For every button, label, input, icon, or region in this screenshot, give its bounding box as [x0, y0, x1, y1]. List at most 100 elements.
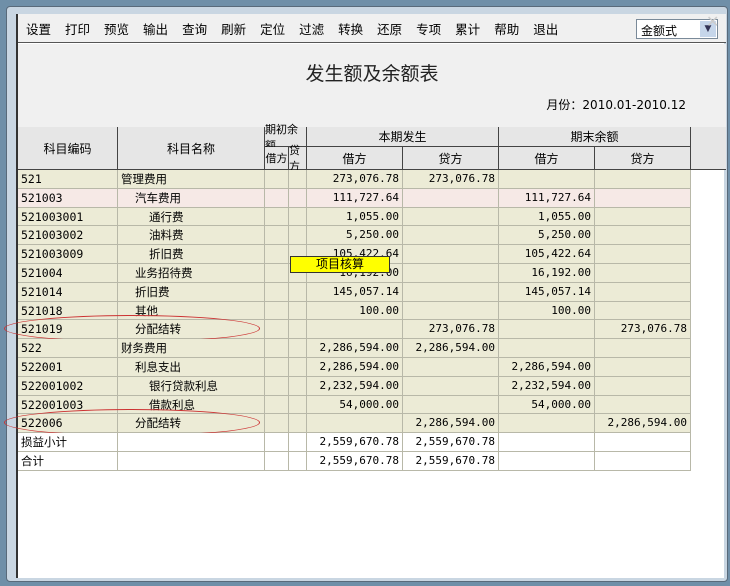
cell-opening — [265, 301, 289, 321]
cell-code: 521003002 — [18, 226, 118, 246]
table-row[interactable]: 522 财务费用 2,286,594.00 2,286,594.00 — [18, 339, 692, 358]
toolbar: 设置 打印 预览 输出 查询 刷新 定位 过滤 转换 还原 专项 累计 帮助 退出 — [18, 14, 726, 43]
header-closing: 期末余额 — [499, 127, 691, 147]
table-row[interactable]: 522001002 银行贷款利息 2,232,594.00 2,232,594.00 — [18, 376, 692, 396]
cell-ed — [499, 433, 595, 452]
cell-code: 损益小计 — [18, 433, 118, 452]
cell-opening — [289, 170, 307, 189]
cell-ec — [595, 358, 691, 377]
toolbar-button[interactable]: 预览 — [104, 19, 129, 38]
cell-ed: 105,422.64 — [499, 245, 595, 264]
cell-opening — [265, 264, 289, 283]
cell-ed: 2,286,594.00 — [499, 358, 595, 377]
cell-ed: 111,727.64 — [499, 188, 595, 208]
cell-cd: 2,559,670.78 — [307, 452, 403, 471]
cell-ed: 145,057.14 — [499, 282, 595, 302]
cell-ed: 100.00 — [499, 301, 595, 321]
toolbar-button[interactable]: 过滤 — [299, 19, 324, 38]
table-row[interactable]: 521003 汽车费用 111,727.64 111,727.64 — [18, 188, 692, 208]
table-row[interactable]: 521003001 通行费 1,055.00 1,055.00 — [18, 207, 692, 227]
cell-opening — [265, 358, 289, 377]
table-row[interactable]: 522001 利息支出 2,286,594.00 2,286,594.00 — [18, 358, 692, 377]
cell-cc — [403, 264, 499, 283]
tooltip: 项目核算 — [290, 256, 390, 273]
toolbar-button[interactable]: 刷新 — [221, 19, 246, 38]
cell-cd: 2,286,594.00 — [307, 358, 403, 377]
table-row[interactable]: 521014 折旧费 145,057.14 145,057.14 — [18, 282, 692, 302]
toolbar-button[interactable]: 专项 — [416, 19, 441, 38]
toolbar-button[interactable]: 退出 — [533, 19, 558, 38]
cell-code: 522001002 — [18, 376, 118, 396]
cell-ec — [595, 395, 691, 415]
table-row[interactable]: 损益小计 2,559,670.78 2,559,670.78 — [18, 433, 692, 452]
cell-cd: 1,055.00 — [307, 207, 403, 227]
cell-ed: 54,000.00 — [499, 395, 595, 415]
cell-name: 财务费用 — [118, 339, 265, 358]
mode-select-value: 金额式 — [641, 24, 678, 38]
toolbar-button[interactable]: 还原 — [377, 19, 402, 38]
report-window: 设置 打印 预览 输出 查询 刷新 定位 过滤 转换 还原 专项 累计 帮助 退出 金额式 ▼ ✕ 发生额及… — [4, 12, 726, 578]
cell-opening — [289, 452, 307, 471]
toolbar-button[interactable]: 帮助 — [494, 19, 519, 38]
cell-cd: 5,250.00 — [307, 226, 403, 246]
toolbar-button[interactable]: 查询 — [182, 19, 207, 38]
cell-ed: 5,250.00 — [499, 226, 595, 246]
cell-name: 管理费用 — [118, 170, 265, 189]
cell-code: 521 — [18, 170, 118, 189]
cell-cc: 2,286,594.00 — [403, 339, 499, 358]
toolbar-button[interactable]: 累计 — [455, 19, 480, 38]
cell-ec — [595, 170, 691, 189]
cell-name: 折旧费 — [118, 245, 265, 264]
table-row[interactable]: 521003002 油料费 5,250.00 5,250.00 — [18, 226, 692, 246]
cell-opening — [289, 226, 307, 246]
cell-cc — [403, 282, 499, 302]
cell-ec — [595, 339, 691, 358]
cell-ec — [595, 245, 691, 264]
header-current: 本期发生 — [307, 127, 499, 147]
table-row[interactable]: 521 管理费用 273,076.78 273,076.78 — [18, 170, 692, 189]
cell-cc: 273,076.78 — [403, 320, 499, 340]
cell-opening — [265, 414, 289, 434]
toolbar-button[interactable]: 定位 — [260, 19, 285, 38]
toolbar-button[interactable]: 设置 — [26, 19, 51, 38]
cell-ec — [595, 301, 691, 321]
cell-opening — [265, 339, 289, 358]
close-icon[interactable]: ✕ — [706, 12, 719, 31]
cell-opening — [289, 358, 307, 377]
cell-cc — [403, 226, 499, 246]
cell-ec — [595, 282, 691, 302]
toolbar-button[interactable]: 打印 — [65, 19, 90, 38]
cell-code: 521003001 — [18, 207, 118, 227]
cell-cc: 2,559,670.78 — [403, 433, 499, 452]
cell-name: 油料费 — [118, 226, 265, 246]
cell-cd — [307, 414, 403, 434]
cell-code: 合计 — [18, 452, 118, 471]
header-code[interactable]: 科目编码 — [18, 127, 118, 170]
cell-cc: 273,076.78 — [403, 170, 499, 189]
cell-opening — [289, 320, 307, 340]
cell-cc: 2,559,670.78 — [403, 452, 499, 471]
table-row[interactable]: 合计 2,559,670.78 2,559,670.78 — [18, 452, 692, 471]
cell-opening — [265, 452, 289, 471]
cell-cc — [403, 188, 499, 208]
cell-ed — [499, 170, 595, 189]
header-name[interactable]: 科目名称 — [118, 127, 265, 170]
cell-opening — [289, 282, 307, 302]
cell-opening — [265, 320, 289, 340]
cell-ec — [595, 264, 691, 283]
cell-cd: 145,057.14 — [307, 282, 403, 302]
report-header: 发生额及余额表 月份：2010.01-2010.12 — [18, 44, 726, 127]
cell-code: 521004 — [18, 264, 118, 283]
header-opening-debit: 借方 — [265, 147, 289, 170]
cell-ed — [499, 339, 595, 358]
toolbar-button[interactable]: 输出 — [143, 19, 168, 38]
cell-opening — [265, 226, 289, 246]
cell-opening — [289, 414, 307, 434]
cell-ed — [499, 320, 595, 340]
cell-ec — [595, 452, 691, 471]
cell-opening — [289, 395, 307, 415]
cell-name: 业务招待费 — [118, 264, 265, 283]
cell-opening — [265, 282, 289, 302]
toolbar-button[interactable]: 转换 — [338, 19, 363, 38]
cell-opening — [265, 245, 289, 264]
